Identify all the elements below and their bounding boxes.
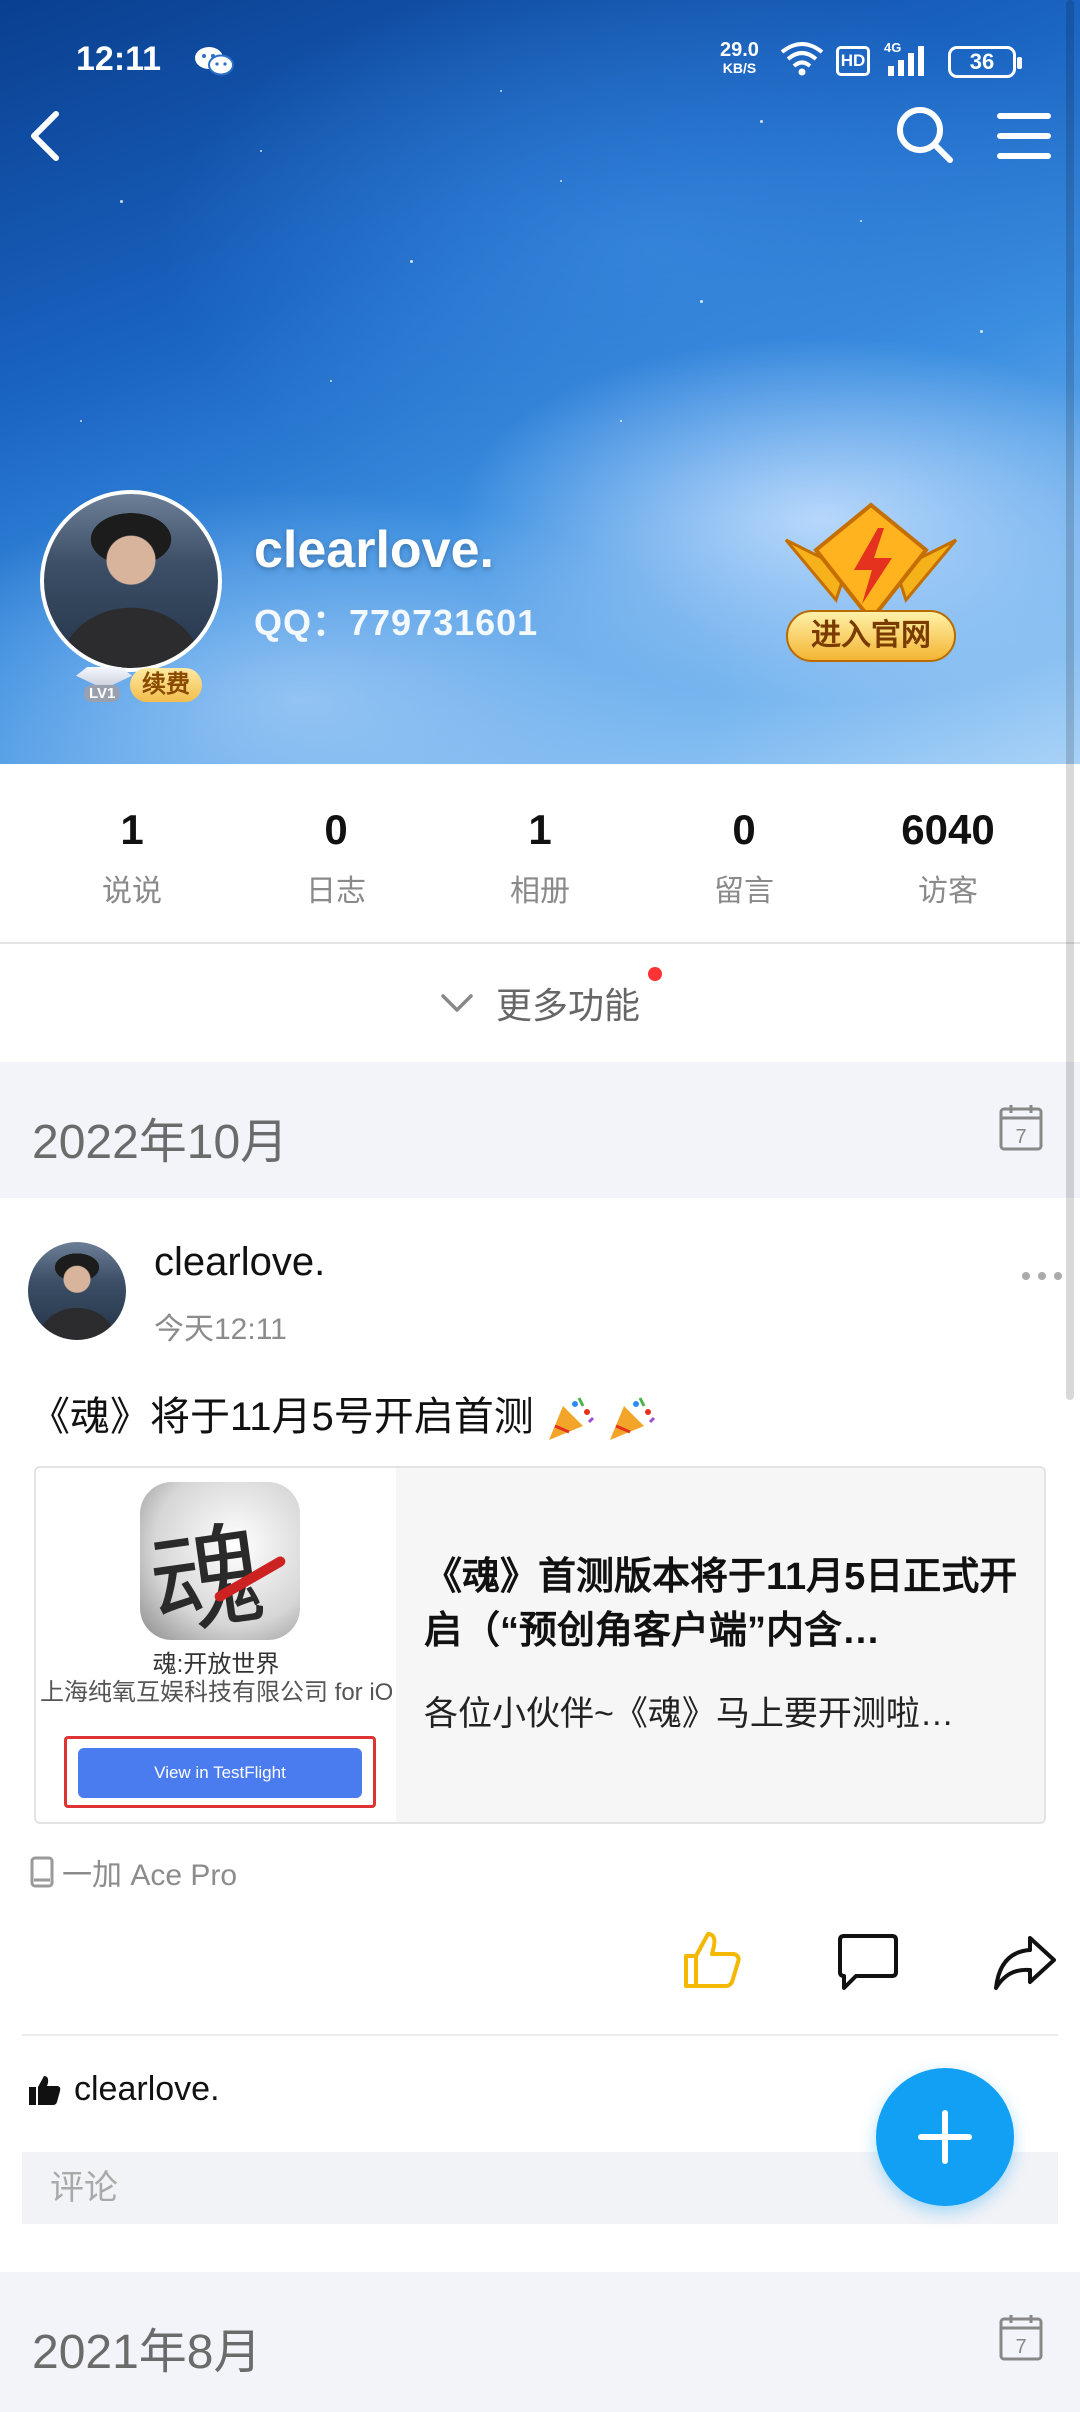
post-text: 《魂》将于11月5号开启首测 xyxy=(30,1384,656,1444)
post-device: 一加 Ace Pro xyxy=(30,1850,237,1894)
app-icon: 魂 xyxy=(140,1482,300,1640)
liked-by-user[interactable]: clearlove. xyxy=(74,2070,220,2109)
renew-button[interactable]: 续费 xyxy=(130,668,202,702)
more-functions-label: 更多功能 xyxy=(495,985,640,1026)
phone-icon xyxy=(30,1856,54,1888)
device-name: 一加 Ace Pro xyxy=(62,1859,238,1892)
diamond-icon: LV1 xyxy=(72,665,136,705)
calendar-icon[interactable]: 7 xyxy=(998,1102,1044,1152)
stat-label: 留言 xyxy=(714,875,774,908)
link-title: 《魂》首测版本将于11月5日正式开启（“预创角客户端”内含… xyxy=(424,1556,1018,1652)
calendar-icon[interactable]: 7 xyxy=(998,2312,1044,2362)
stat-messages[interactable]: 0 留言 xyxy=(642,764,846,942)
testflight-button-image: View in TestFlight xyxy=(78,1748,362,1798)
calendar-day: 7 xyxy=(1015,2336,1026,2358)
notification-dot xyxy=(648,967,662,981)
month-title: 2021年8月 xyxy=(32,2326,262,2379)
wechat-icon xyxy=(195,47,234,76)
back-icon[interactable] xyxy=(18,104,78,168)
share-icon[interactable] xyxy=(992,1932,1058,1992)
cellular-signal-icon: 4G xyxy=(884,40,924,76)
stat-shuoshuo[interactable]: 1 说说 xyxy=(30,764,234,942)
search-icon[interactable] xyxy=(892,102,956,166)
stat-label: 访客 xyxy=(918,875,978,908)
battery-indicator: 36 xyxy=(948,46,1022,78)
more-functions-button[interactable]: 更多功能 xyxy=(0,944,1080,1062)
party-popper-icon xyxy=(548,1397,594,1441)
month-title: 2022年10月 xyxy=(32,1116,289,1169)
more-functions-content: 更多功能 xyxy=(440,967,662,1029)
stat-value: 0 xyxy=(324,806,348,853)
month-header: 2022年10月 7 xyxy=(0,1062,1080,1198)
chevron-down-icon xyxy=(441,994,473,1012)
network-type: 4G xyxy=(884,40,901,55)
profile-name: clearlove. xyxy=(254,521,494,579)
calendar-day: 7 xyxy=(1015,1126,1026,1148)
speed-unit: KB/S xyxy=(722,60,757,76)
hd-badge: HD xyxy=(836,46,870,76)
thumbnail-company: 上海纯氧互娱科技有限公司 for iOS xyxy=(40,1679,392,1706)
party-popper-icon xyxy=(610,1397,656,1441)
scrollbar[interactable] xyxy=(1066,0,1074,1400)
level-text: LV1 xyxy=(84,685,121,702)
profile-banner: 12:11 29.0 KB/S HD 4G 36 LV1 续费 clearlov… xyxy=(0,0,1080,764)
speed-value: 29.0 xyxy=(720,39,759,61)
stat-value: 0 xyxy=(732,806,756,853)
stat-blog[interactable]: 0 日志 xyxy=(234,764,438,942)
thumbs-up-filled-icon xyxy=(29,2075,61,2105)
profile-stats: 1 说说 0 日志 1 相册 0 留言 6040 访客 xyxy=(0,764,1080,942)
stat-label: 日志 xyxy=(306,875,366,908)
link-thumbnail: 魂 魂:开放世界 上海纯氧互娱科技有限公司 for iOS View in Te… xyxy=(36,1468,396,1822)
stat-visitors[interactable]: 6040 访客 xyxy=(846,764,1050,942)
status-time: 12:11 xyxy=(76,40,162,78)
hamburger-menu-icon[interactable] xyxy=(994,106,1054,166)
stat-label: 说说 xyxy=(102,875,162,908)
comment-icon[interactable] xyxy=(836,1932,900,1992)
post-timestamp: 今天12:11 xyxy=(154,1313,287,1346)
shared-link-card[interactable]: 魂 魂:开放世界 上海纯氧互娱科技有限公司 for iOS View in Te… xyxy=(34,1466,1046,1824)
stat-value: 6040 xyxy=(901,806,995,853)
network-speed: 29.0 KB/S xyxy=(720,40,759,76)
wifi-icon xyxy=(780,42,824,76)
stat-label: 相册 xyxy=(510,875,570,908)
add-post-button[interactable] xyxy=(876,2068,1014,2206)
link-description: 各位小伙伴~《魂》马上要开测啦… xyxy=(424,1695,954,1733)
post-author-name[interactable]: clearlove. xyxy=(154,1240,325,1285)
stat-value: 1 xyxy=(120,806,144,853)
profile-qq-number: QQ：779731601 xyxy=(254,602,539,643)
app-icon-glyph: 魂 xyxy=(142,1508,272,1640)
profile-avatar[interactable] xyxy=(40,490,222,672)
divider xyxy=(22,2034,1058,2036)
post-text-content: 《魂》将于11月5号开启首测 xyxy=(30,1395,534,1439)
thumbs-up-icon[interactable] xyxy=(680,1928,744,1992)
more-options-icon[interactable] xyxy=(1018,1264,1066,1288)
level-badge[interactable]: LV1 续费 xyxy=(72,664,202,706)
month-header: 2021年8月 7 xyxy=(0,2272,1080,2412)
official-site-button[interactable]: 进入官网 xyxy=(786,610,956,662)
likes-row: clearlove. xyxy=(28,2070,220,2109)
stat-album[interactable]: 1 相册 xyxy=(438,764,642,942)
post-author-avatar[interactable] xyxy=(28,1242,126,1340)
stat-value: 1 xyxy=(528,806,552,853)
